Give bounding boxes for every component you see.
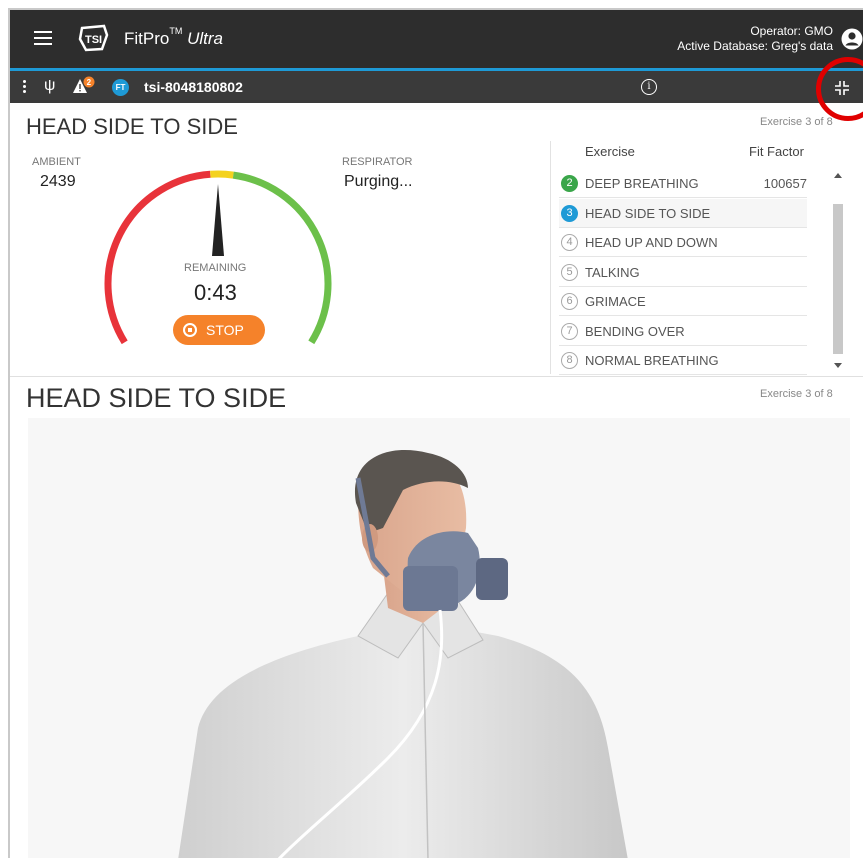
scroll-up-icon[interactable] xyxy=(834,173,842,178)
gauge-yellow-arc xyxy=(210,170,234,179)
exercise-row[interactable]: 8 NORMAL BREATHING xyxy=(559,346,807,375)
exercise-name: HEAD SIDE TO SIDE xyxy=(585,205,711,221)
exercise-illustration xyxy=(28,418,850,858)
section-divider xyxy=(10,376,863,377)
user-account-icon[interactable] xyxy=(841,28,863,50)
respirator-value: Purging... xyxy=(344,173,413,190)
exercise-row[interactable]: 4 HEAD UP AND DOWN xyxy=(559,228,807,257)
exercise-number-badge: 4 xyxy=(561,234,578,251)
exercise-number-badge: 6 xyxy=(561,293,578,310)
gauge-needle xyxy=(212,184,224,256)
respirator-cartridge-left xyxy=(403,566,458,611)
instruction-title: HEAD SIDE TO SIDE xyxy=(26,383,287,413)
operator-info: Operator: GMO Active Database: Greg's da… xyxy=(677,24,833,54)
brand-tm: TM xyxy=(169,26,183,37)
stop-button[interactable]: STOP xyxy=(173,315,265,345)
exercise-column-header: Exercise xyxy=(585,144,635,159)
respirator-label: RESPIRATOR xyxy=(342,156,413,168)
device-bar: ψ 2 FT tsi-8048180802 i xyxy=(10,71,863,103)
exercise-number-badge: 2 xyxy=(561,175,578,192)
exercise-name: NORMAL BREATHING xyxy=(585,353,719,368)
app-window: TSI FitProTM Ultra Operator: GMO Active … xyxy=(8,8,863,858)
ft-badge: FT xyxy=(112,79,129,96)
usb-icon: ψ xyxy=(44,77,56,94)
logo-text: TSI xyxy=(85,34,102,46)
exercise-row[interactable]: 6 GRIMACE xyxy=(559,287,807,316)
device-name[interactable]: tsi-8048180802 xyxy=(144,79,243,95)
exercise-name: BENDING OVER xyxy=(585,323,685,339)
operator-line: Operator: GMO xyxy=(750,24,833,38)
exercise-name: TALKING xyxy=(585,264,640,280)
exercise-number-badge: 5 xyxy=(561,263,578,281)
fit-factor-column-header: Fit Factor xyxy=(749,144,804,159)
stop-icon xyxy=(183,323,197,337)
brand-edition: Ultra xyxy=(187,29,223,48)
remaining-label: REMAINING xyxy=(184,262,247,274)
app-brand: FitProTM Ultra xyxy=(124,26,223,49)
exercise-row[interactable]: 2 DEEP BREATHING 100657 xyxy=(559,169,807,198)
tsi-logo: TSI xyxy=(78,24,109,52)
scroll-down-icon[interactable] xyxy=(834,363,842,368)
exercise-name: HEAD UP AND DOWN xyxy=(585,235,718,250)
exercise-counter: Exercise 3 of 8 xyxy=(760,116,833,128)
exercise-title: HEAD SIDE TO SIDE xyxy=(26,114,238,139)
remaining-time: 0:43 xyxy=(194,280,237,305)
database-line: Active Database: Greg's data xyxy=(677,39,833,53)
app-header: TSI FitProTM Ultra Operator: GMO Active … xyxy=(10,10,863,68)
info-icon[interactable]: i xyxy=(641,79,657,95)
warning-icon[interactable]: 2 xyxy=(72,76,96,98)
exercise-name: GRIMACE xyxy=(585,294,646,309)
exercise-fit-factor: 100657 xyxy=(763,176,807,191)
warning-count: 2 xyxy=(87,78,92,87)
more-options-icon[interactable] xyxy=(23,80,27,94)
exercise-row[interactable]: 7 BENDING OVER xyxy=(559,317,807,346)
menu-icon[interactable] xyxy=(34,31,52,45)
exercise-list-scrollbar[interactable] xyxy=(831,167,845,374)
ambient-value: 2439 xyxy=(40,173,76,190)
exercise-number-badge: 7 xyxy=(561,322,578,340)
exercise-row[interactable]: 3 HEAD SIDE TO SIDE xyxy=(559,198,807,228)
exercise-number-badge: 3 xyxy=(561,204,578,222)
scroll-thumb[interactable] xyxy=(833,204,843,354)
brand-name: FitPro xyxy=(124,29,170,48)
exercise-list-panel: Exercise Fit Factor 2 DEEP BREATHING 10065… xyxy=(550,141,850,375)
stop-label: STOP xyxy=(206,322,244,338)
ambient-label: AMBIENT xyxy=(32,156,81,168)
respirator-cartridge-right xyxy=(476,558,508,600)
instruction-exercise-counter: Exercise 3 of 8 xyxy=(760,388,833,400)
exercise-number-badge: 8 xyxy=(561,352,578,369)
exercise-name: DEEP BREATHING xyxy=(585,176,699,191)
exercise-row[interactable]: 5 TALKING xyxy=(559,258,807,287)
